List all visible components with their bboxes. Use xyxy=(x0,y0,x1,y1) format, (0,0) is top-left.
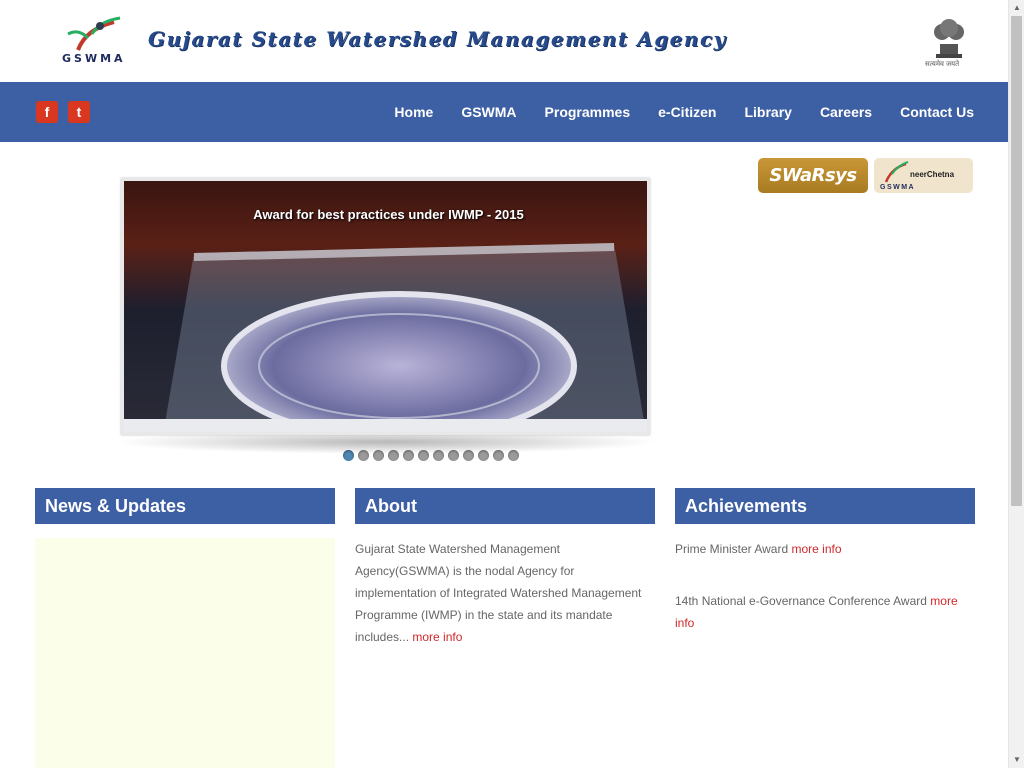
about-more-info-link[interactable]: more info xyxy=(412,630,462,644)
emblem-motto: सत्यमेव जयते xyxy=(925,61,960,68)
neerchetna-logo-link[interactable]: neerChetna GSWMA xyxy=(874,158,973,193)
scroll-down-arrow-icon[interactable]: ▼ xyxy=(1009,752,1024,768)
national-emblem: सत्यमेव जयते xyxy=(922,14,976,72)
neerchetna-label: neerChetna xyxy=(910,170,955,179)
slider-pagination xyxy=(343,450,523,461)
about-section: About Gujarat State Watershed Management… xyxy=(355,488,655,648)
achievements-section: Achievements Prime Minister Award more i… xyxy=(675,488,975,634)
nav-e-citizen[interactable]: e-Citizen xyxy=(658,104,716,120)
nav-gswma[interactable]: GSWMA xyxy=(461,104,516,120)
lion-emblem-icon xyxy=(934,19,964,58)
slider-dot[interactable] xyxy=(388,450,399,461)
slider-dot[interactable] xyxy=(343,450,354,461)
nav-contact-us[interactable]: Contact Us xyxy=(900,104,974,120)
about-heading: About xyxy=(355,488,655,524)
slider-dot[interactable] xyxy=(403,450,414,461)
slider-dot[interactable] xyxy=(463,450,474,461)
slide-caption: Award for best practices under IWMP - 20… xyxy=(253,207,524,222)
slider-dot[interactable] xyxy=(493,450,504,461)
gswma-logo[interactable]: GSWMA xyxy=(58,14,148,66)
main-menu: Home GSWMA Programmes e-Citizen Library … xyxy=(366,82,974,142)
news-heading: News & Updates xyxy=(35,488,335,524)
achievement-more-info-link[interactable]: more info xyxy=(792,542,842,556)
slider-dot[interactable] xyxy=(358,450,369,461)
slider-dot[interactable] xyxy=(433,450,444,461)
news-ticker-box xyxy=(35,538,335,768)
achievement-text: Prime Minister Award xyxy=(675,542,789,556)
nav-careers[interactable]: Careers xyxy=(820,104,872,120)
slider-dot[interactable] xyxy=(508,450,519,461)
achievements-heading: Achievements xyxy=(675,488,975,524)
about-text-block: Gujarat State Watershed Management Agenc… xyxy=(355,538,655,648)
nav-programmes[interactable]: Programmes xyxy=(545,104,631,120)
slider-dot[interactable] xyxy=(448,450,459,461)
neerchetna-sub: GSWMA xyxy=(880,184,916,191)
bird-logo-icon xyxy=(67,16,121,51)
main-navbar: f t Home GSWMA Programmes e-Citizen Libr… xyxy=(0,82,1008,142)
logo-text: GSWMA xyxy=(62,52,126,65)
achievement-item: Prime Minister Award more info xyxy=(675,538,975,560)
nav-home[interactable]: Home xyxy=(394,104,433,120)
scroll-up-arrow-icon[interactable]: ▲ xyxy=(1009,0,1024,16)
image-slider[interactable]: Award for best practices under IWMP - 20… xyxy=(121,178,650,435)
nav-library[interactable]: Library xyxy=(744,104,791,120)
news-section: News & Updates xyxy=(35,488,335,768)
slider-dot[interactable] xyxy=(373,450,384,461)
twitter-icon[interactable]: t xyxy=(68,101,90,123)
site-header: GSWMA Gujarat State Watershed Management… xyxy=(0,0,1008,82)
vertical-scrollbar[interactable]: ▲ ▼ xyxy=(1008,0,1024,768)
achievement-text: 14th National e-Governance Conference Aw… xyxy=(675,594,927,608)
achievement-item: 14th National e-Governance Conference Aw… xyxy=(675,590,975,634)
site-title: Gujarat State Watershed Management Agenc… xyxy=(148,27,727,51)
facebook-icon[interactable]: f xyxy=(36,101,58,123)
slider-dot[interactable] xyxy=(478,450,489,461)
neerchetna-bird-icon xyxy=(884,161,909,183)
slider-dot[interactable] xyxy=(418,450,429,461)
about-text: Gujarat State Watershed Management Agenc… xyxy=(355,542,642,644)
scrollbar-thumb[interactable] xyxy=(1011,16,1022,506)
swarsys-logo-link[interactable]: SWaRsys xyxy=(758,158,868,193)
